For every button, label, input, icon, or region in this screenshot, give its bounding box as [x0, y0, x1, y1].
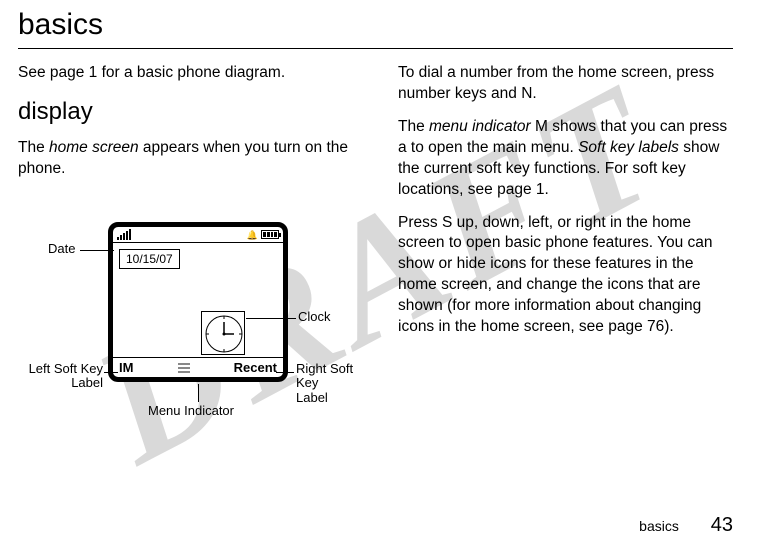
status-right: 🔔 — [247, 229, 279, 241]
phone-screen: 🔔 10/15/07 — [108, 222, 288, 382]
text: The — [398, 118, 429, 135]
date-box: 10/15/07 — [119, 249, 180, 269]
key-m: M — [535, 118, 548, 135]
leader — [276, 372, 294, 373]
text: Label — [296, 391, 358, 405]
title-rule — [18, 48, 733, 49]
callout-menu-indicator: Menu Indicator — [148, 404, 234, 418]
leader — [104, 372, 118, 373]
para-press-s: Press S up, down, left, or right in the … — [398, 213, 733, 339]
text: The — [18, 139, 49, 156]
text: Label — [18, 376, 103, 390]
right-soft-key-label: Recent — [234, 359, 277, 377]
clock-icon — [202, 312, 246, 356]
phone-diagram: 🔔 10/15/07 — [18, 192, 358, 422]
para-menu-indicator: The menu indicator M shows that you can … — [398, 117, 733, 201]
term-menu-indicator: menu indicator — [429, 118, 531, 135]
term-home-screen: home screen — [49, 139, 139, 156]
key-a: a — [398, 139, 407, 156]
callout-right-soft: Right Soft Key Label — [296, 362, 358, 405]
soft-key-bar: IM Recent — [113, 357, 283, 377]
left-column: See page 1 for a basic phone diagram. di… — [18, 63, 358, 422]
text: Right Soft Key — [296, 362, 358, 391]
text: shows that you can press — [548, 118, 727, 135]
leader — [80, 250, 114, 251]
para-home-screen: The home screen appears when you turn on… — [18, 138, 358, 180]
leader — [198, 384, 199, 402]
key-s: S — [442, 214, 452, 231]
text: up, down, left, or right in the home scr… — [398, 214, 713, 336]
text: To dial a number from the home screen, p… — [398, 64, 714, 102]
footer-section: basics — [639, 518, 679, 534]
callout-date: Date — [48, 242, 75, 256]
leader — [246, 318, 296, 319]
menu-indicator-icon — [178, 363, 190, 373]
heading-display: display — [18, 96, 358, 128]
page-footer: basics 43 — [639, 514, 733, 537]
text: Left Soft Key — [18, 362, 103, 376]
page: basics See page 1 for a basic phone diag… — [0, 0, 757, 547]
para-see-page: See page 1 for a basic phone diagram. — [18, 63, 358, 84]
callout-clock: Clock — [298, 310, 331, 324]
text: Press — [398, 214, 442, 231]
para-dial: To dial a number from the home screen, p… — [398, 63, 733, 105]
clock-box — [201, 311, 245, 355]
callout-left-soft: Left Soft Key Label — [18, 362, 103, 391]
ring-icon: 🔔 — [247, 229, 258, 241]
key-n: N — [521, 85, 532, 102]
page-title: basics — [18, 8, 733, 42]
status-bar: 🔔 — [113, 227, 283, 243]
term-soft-key-labels: Soft key labels — [578, 139, 679, 156]
right-column: To dial a number from the home screen, p… — [398, 63, 733, 422]
left-soft-key-label: IM — [119, 359, 133, 377]
signal-icon — [117, 229, 131, 240]
text: . — [532, 85, 536, 102]
columns: See page 1 for a basic phone diagram. di… — [18, 63, 733, 422]
battery-icon — [261, 230, 279, 239]
footer-page-number: 43 — [711, 514, 733, 536]
text: to open the main menu. — [407, 139, 578, 156]
